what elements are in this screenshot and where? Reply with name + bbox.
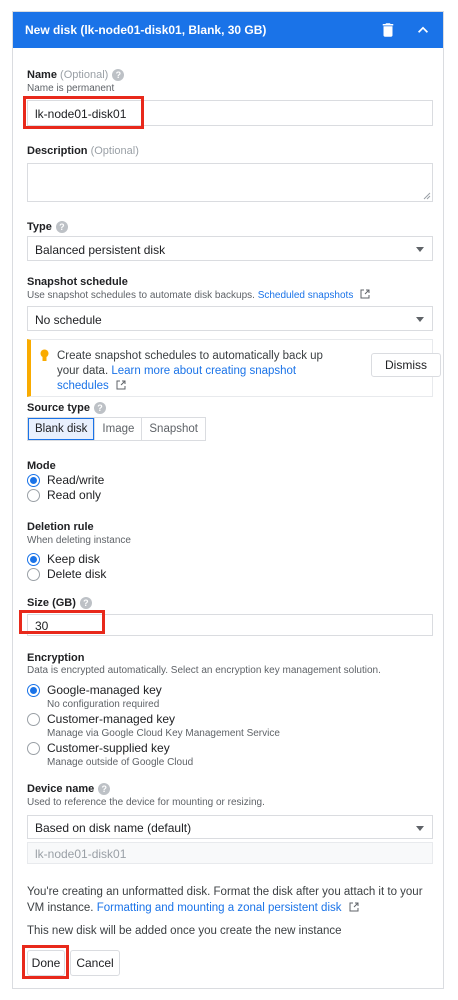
source-image[interactable]: Image <box>95 418 143 440</box>
customer-supplied-label: Customer-supplied key <box>47 741 170 755</box>
radio-selected-icon <box>27 684 40 697</box>
deletion-delete-label: Delete disk <box>47 567 107 581</box>
highlight-done <box>22 945 69 979</box>
collapse-chevron-icon[interactable] <box>413 20 433 40</box>
source-type-toggle: Blank disk Image Snapshot <box>27 417 206 441</box>
help-icon[interactable]: ? <box>79 597 92 610</box>
customer-managed-sub: Manage via Google Cloud Key Management S… <box>47 728 280 739</box>
help-icon[interactable]: ? <box>112 69 125 82</box>
dropdown-arrow-icon <box>416 317 424 322</box>
mode-label: Mode <box>27 460 56 472</box>
mode-read-only-label: Read only <box>47 488 102 502</box>
panel-header[interactable]: New disk (lk-node01-disk01, Blank, 30 GB… <box>13 12 443 48</box>
delete-icon[interactable] <box>379 21 397 39</box>
help-icon[interactable]: ? <box>98 783 111 796</box>
mode-read-write-label: Read/write <box>47 473 105 487</box>
source-snapshot[interactable]: Snapshot <box>142 418 205 440</box>
size-label: Size (GB)? <box>27 597 92 610</box>
description-textarea[interactable] <box>27 163 433 202</box>
deletion-keep-label: Keep disk <box>47 552 100 566</box>
device-name-placeholder: lk-node01-disk01 <box>35 847 127 861</box>
formatting-link[interactable]: Formatting and mounting a zonal persiste… <box>97 902 342 914</box>
device-value: Based on disk name (default) <box>35 821 192 835</box>
resize-handle-icon[interactable] <box>423 192 431 200</box>
snapshot-value: No schedule <box>35 313 102 327</box>
external-link-icon <box>116 380 126 390</box>
highlight-name <box>23 96 144 129</box>
customer-supplied-sub: Manage outside of Google Cloud <box>47 757 194 768</box>
cancel-button[interactable]: Cancel <box>70 950 120 976</box>
panel-title: New disk (lk-node01-disk01, Blank, 30 GB… <box>25 23 267 37</box>
external-link-icon <box>349 902 359 912</box>
snapshot-sub: Use snapshot schedules to automate disk … <box>27 289 370 301</box>
encryption-label: Encryption <box>27 652 85 664</box>
google-managed-sub: No configuration required <box>47 699 160 710</box>
google-managed-label: Google-managed key <box>47 683 162 697</box>
radio-icon <box>27 489 40 502</box>
description-label: Description (Optional) <box>27 145 139 157</box>
help-icon[interactable]: ? <box>55 221 68 234</box>
radio-selected-icon <box>27 474 40 487</box>
dropdown-arrow-icon <box>416 826 424 831</box>
radio-icon <box>27 568 40 581</box>
encryption-sub: Data is encrypted automatically. Select … <box>27 665 381 676</box>
deletion-label: Deletion rule <box>27 521 94 533</box>
name-sub: Name is permanent <box>27 83 115 94</box>
source-blank-disk[interactable]: Blank disk <box>28 418 96 440</box>
deletion-sub: When deleting instance <box>27 535 131 546</box>
radio-icon <box>27 742 40 755</box>
device-name-select[interactable]: Based on disk name (default) <box>27 815 433 839</box>
lightbulb-icon <box>40 349 49 361</box>
unformatted-disk-notice: You're creating an unformatted disk. For… <box>27 886 423 914</box>
snapshot-notice: Create snapshot schedules to automatical… <box>27 339 441 397</box>
highlight-size <box>19 610 105 634</box>
customer-managed-label: Customer-managed key <box>47 712 176 726</box>
device-label: Device name? <box>27 783 111 796</box>
dismiss-button[interactable]: Dismiss <box>371 353 441 377</box>
device-name-input: lk-node01-disk01 <box>27 842 433 864</box>
radio-selected-icon <box>27 553 40 566</box>
name-label: Name (Optional)? <box>27 69 125 82</box>
snapshot-select[interactable]: No schedule <box>27 306 433 331</box>
source-type-label: Source type? <box>27 402 106 415</box>
type-label: Type? <box>27 221 68 234</box>
help-icon[interactable]: ? <box>93 402 106 415</box>
snapshot-label: Snapshot schedule <box>27 276 128 288</box>
notice-text: Create snapshot schedules to automatical… <box>57 350 323 392</box>
name-optional: (Optional) <box>60 69 109 81</box>
new-disk-panel: New disk (lk-node01-disk01, Blank, 30 GB… <box>12 11 444 989</box>
type-select[interactable]: Balanced persistent disk <box>27 236 433 261</box>
type-value: Balanced persistent disk <box>35 243 166 257</box>
radio-icon <box>27 713 40 726</box>
scheduled-snapshots-link[interactable]: Scheduled snapshots <box>258 290 354 301</box>
external-link-icon <box>360 289 370 299</box>
added-notice: This new disk will be added once you cre… <box>27 925 342 937</box>
device-sub: Used to reference the device for mountin… <box>27 797 265 808</box>
dropdown-arrow-icon <box>416 247 424 252</box>
